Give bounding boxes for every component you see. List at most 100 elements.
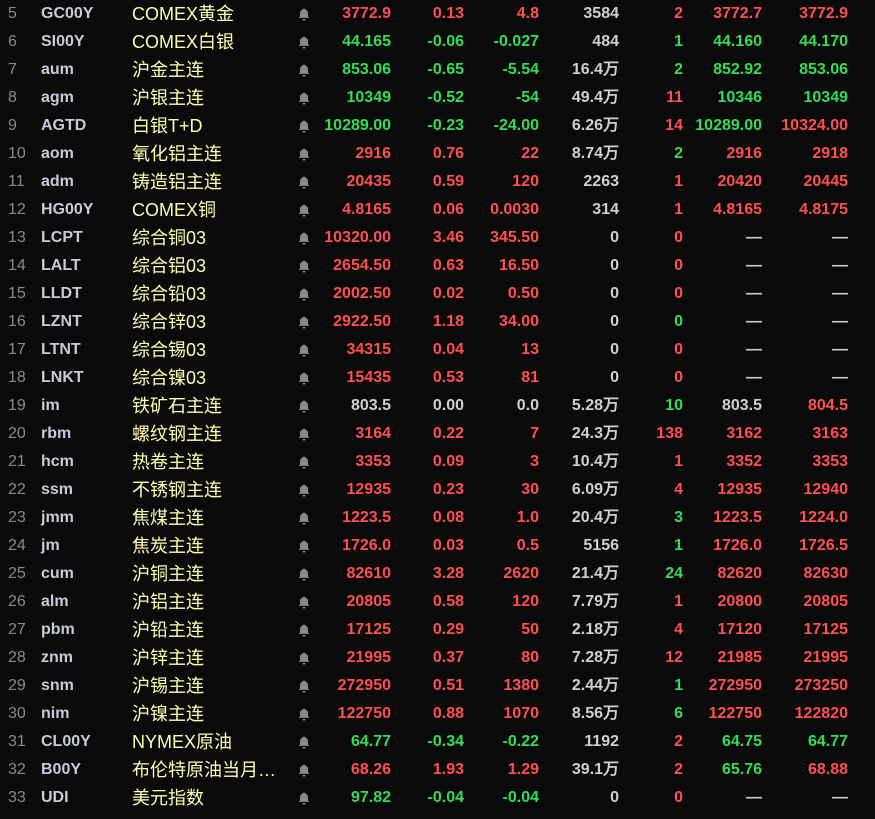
- change-percent: 0.88: [432, 705, 464, 722]
- change-percent: 0.03: [432, 537, 464, 554]
- table-row[interactable]: 10 aom 氧化铝主连 2916 0.76 22 8.74万 2 2916 2918: [0, 140, 875, 168]
- change-amount: 2620: [503, 565, 539, 582]
- table-row[interactable]: 25 cum 沪铜主连 82610 3.28 2620 21.4万 24 82620 82630: [0, 560, 875, 588]
- bid-price: 10346: [717, 89, 763, 106]
- volume: 49.4万: [571, 89, 619, 106]
- tick-volume: 1: [674, 677, 683, 694]
- contract-code: jmm: [41, 509, 74, 526]
- bid-price: 82620: [717, 565, 763, 582]
- contract-name: 沪铝主连: [132, 592, 204, 612]
- row-index: 25: [8, 565, 26, 582]
- change-percent: 0.09: [432, 453, 464, 470]
- change-amount: 1.29: [507, 761, 539, 778]
- table-row[interactable]: 33 UDI 美元指数 97.82 -0.04 -0.04 0 0 — —: [0, 784, 875, 812]
- table-row[interactable]: 9 AGTD 白银T+D 10289.00 -0.23 -24.00 6.26万 14 1028…: [0, 112, 875, 140]
- last-price: 10320.00: [324, 229, 391, 246]
- volume: 2.18万: [571, 621, 619, 638]
- ask-price: 804.5: [807, 397, 848, 414]
- ask-price: 21995: [803, 649, 849, 666]
- table-row[interactable]: 30 nim 沪镍主连 122750 0.88 1070 8.56万 6 122750 12282…: [0, 700, 875, 728]
- change-amount: 30: [521, 481, 539, 498]
- change-percent: 0.08: [432, 509, 464, 526]
- last-price: 1223.5: [342, 509, 391, 526]
- table-row[interactable]: 16 LZNT 综合锌03 2922.50 1.18 34.00 0 0 — —: [0, 308, 875, 336]
- contract-name: 综合镍03: [132, 368, 207, 388]
- change-amount: -5.54: [502, 61, 539, 78]
- table-row[interactable]: 31 CL00Y NYMEX原油 64.77 -0.34 -0.22 1192 2 64.75 6…: [0, 728, 875, 756]
- table-row[interactable]: 24 jm 焦炭主连 1726.0 0.03 0.5 5156 1 1726.0 1726.5: [0, 532, 875, 560]
- volume: 314: [592, 201, 619, 218]
- table-row[interactable]: 28 znm 沪锌主连 21995 0.37 80 7.28万 12 21985 21995: [0, 644, 875, 672]
- table-row[interactable]: 13 LCPT 综合铜03 10320.00 3.46 345.50 0 0 — —: [0, 224, 875, 252]
- ask-price: 3772.9: [799, 5, 848, 22]
- ask-price: 44.170: [799, 33, 848, 50]
- row-index: 10: [8, 145, 26, 162]
- tick-volume: 0: [674, 257, 683, 274]
- change-percent: 0.76: [432, 145, 464, 162]
- table-row[interactable]: 19 im 铁矿石主连 803.5 0.00 0.0 5.28万 10 803.5 804.5: [0, 392, 875, 420]
- table-row[interactable]: 15 LLDT 综合铅03 2002.50 0.02 0.50 0 0 — —: [0, 280, 875, 308]
- change-percent: 0.22: [432, 425, 464, 442]
- change-percent: 0.37: [432, 649, 464, 666]
- change-percent: 3.28: [432, 565, 464, 582]
- volume: 0: [610, 341, 619, 358]
- change-amount: 0.5: [516, 537, 539, 554]
- tick-volume: 2: [674, 761, 683, 778]
- tick-volume: 14: [665, 117, 683, 134]
- last-price: 2654.50: [333, 257, 391, 274]
- table-row[interactable]: 17 LTNT 综合锡03 34315 0.04 13 0 0 — —: [0, 336, 875, 364]
- bid-price: 3772.7: [713, 5, 762, 22]
- row-index: 33: [8, 789, 26, 806]
- table-row[interactable]: 22 ssm 不锈钢主连 12935 0.23 30 6.09万 4 12935 12940: [0, 476, 875, 504]
- row-index: 17: [8, 341, 26, 358]
- table-row[interactable]: 11 adm 铸造铝主连 20435 0.59 120 2263 1 20420 20445: [0, 168, 875, 196]
- table-row[interactable]: 12 HG00Y COMEX铜 4.8165 0.06 0.0030 314 1 4.8165 4…: [0, 196, 875, 224]
- contract-name: 沪铅主连: [132, 620, 204, 640]
- table-row[interactable]: 29 snm 沪锡主连 272950 0.51 1380 2.44万 1 272950 27325…: [0, 672, 875, 700]
- table-row[interactable]: 32 B00Y 布伦特原油当月… 68.26 1.93 1.29 39.1万 2 65.76 68…: [0, 756, 875, 784]
- tick-volume: 0: [674, 285, 683, 302]
- table-row[interactable]: 5 GC00Y COMEX黄金 3772.9 0.13 4.8 3584 2 3772.7 377…: [0, 0, 875, 28]
- contract-code: LNKT: [41, 369, 84, 386]
- change-amount: 345.50: [490, 229, 539, 246]
- last-price: 64.77: [350, 733, 391, 750]
- table-row[interactable]: 14 LALT 综合铝03 2654.50 0.63 16.50 0 0 — —: [0, 252, 875, 280]
- table-row[interactable]: 27 pbm 沪铅主连 17125 0.29 50 2.18万 4 17120 17125: [0, 616, 875, 644]
- contract-name: 不锈钢主连: [132, 480, 222, 500]
- bid-price: 44.160: [713, 33, 762, 50]
- change-percent: -0.65: [427, 61, 464, 78]
- last-price: 2922.50: [333, 313, 391, 330]
- ask-price: —: [832, 789, 848, 806]
- volume: 5156: [583, 537, 619, 554]
- contract-name: 综合锡03: [132, 340, 207, 360]
- contract-name: 沪铜主连: [132, 564, 204, 584]
- bid-price: —: [746, 229, 762, 246]
- bid-price: 1726.0: [713, 537, 762, 554]
- change-amount: 7: [530, 425, 539, 442]
- change-percent: -0.23: [427, 117, 464, 134]
- contract-name: 铁矿石主连: [132, 396, 222, 416]
- row-index: 14: [8, 257, 26, 274]
- volume: 5.28万: [571, 397, 619, 414]
- row-index: 20: [8, 425, 26, 442]
- last-price: 3772.9: [342, 5, 391, 22]
- contract-code: jm: [41, 537, 60, 554]
- contract-name: 沪金主连: [132, 60, 204, 80]
- table-row[interactable]: 18 LNKT 综合镍03 15435 0.53 81 0 0 — —: [0, 364, 875, 392]
- change-percent: -0.04: [427, 789, 464, 806]
- contract-code: AGTD: [41, 117, 87, 134]
- volume: 10.4万: [571, 453, 619, 470]
- table-row[interactable]: 8 agm 沪银主连 10349 -0.52 -54 49.4万 11 10346 10349: [0, 84, 875, 112]
- row-index: 19: [8, 397, 26, 414]
- table-row[interactable]: 21 hcm 热卷主连 3353 0.09 3 10.4万 1 3352 3353: [0, 448, 875, 476]
- row-index: 32: [8, 761, 26, 778]
- tick-volume: 1: [674, 453, 683, 470]
- contract-code: snm: [41, 677, 74, 694]
- table-row[interactable]: 7 aum 沪金主连 853.06 -0.65 -5.54 16.4万 2 852.92 853.…: [0, 56, 875, 84]
- table-row[interactable]: 26 alm 沪铝主连 20805 0.58 120 7.79万 1 20800 20805: [0, 588, 875, 616]
- last-price: 122750: [337, 705, 391, 722]
- table-row[interactable]: 20 rbm 螺纹钢主连 3164 0.22 7 24.3万 138 3162 3163: [0, 420, 875, 448]
- table-row[interactable]: 6 SI00Y COMEX白银 44.165 -0.06 -0.027 484 1 44.160…: [0, 28, 875, 56]
- table-row[interactable]: 23 jmm 焦煤主连 1223.5 0.08 1.0 20.4万 3 1223.5 1224.0: [0, 504, 875, 532]
- change-percent: -0.34: [427, 733, 464, 750]
